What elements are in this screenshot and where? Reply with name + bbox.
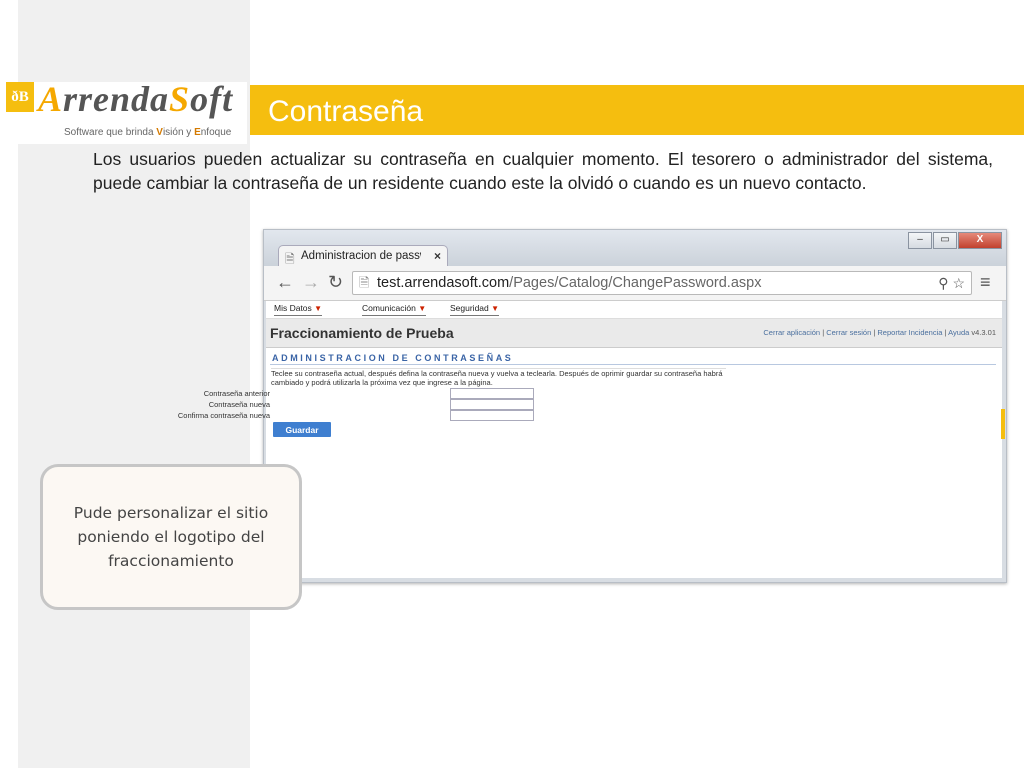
- search-star-icons: ⚲ ☆: [938, 272, 965, 294]
- new-password-input[interactable]: [450, 399, 534, 410]
- instructions-text: Teclee su contraseña actual, después def…: [271, 368, 726, 387]
- side-accent-strip: [1001, 409, 1005, 439]
- section-divider: [270, 364, 996, 365]
- forward-arrow-icon[interactable]: →: [302, 272, 320, 293]
- address-bar[interactable]: 🗎 test.arrendasoft.com/Pages/Catalog/Cha…: [352, 271, 972, 295]
- back-arrow-icon[interactable]: ←: [276, 272, 294, 293]
- tab-title: Administracion de passw: [301, 250, 421, 262]
- reload-icon[interactable]: ↻: [328, 272, 343, 293]
- link-ayuda[interactable]: Ayuda: [948, 328, 969, 337]
- header-links: Cerrar aplicación | Cerrar sesión | Repo…: [763, 328, 996, 337]
- field-label: Contraseña nueva: [208, 400, 270, 409]
- star-icon[interactable]: ☆: [952, 275, 965, 291]
- dropdown-arrow-icon: ▼: [418, 304, 427, 313]
- save-button[interactable]: Guardar: [273, 422, 331, 437]
- slide-title: Contraseña: [268, 95, 424, 128]
- menu-mis-datos[interactable]: Mis Datos ▼: [274, 303, 323, 316]
- browser-tab[interactable]: 🗎 Administracion de passw ×: [278, 245, 448, 268]
- browser-titlebar: 🗎 Administracion de passw × ‒ ▭ X: [264, 230, 1006, 268]
- site-title: Fraccionamiento de Prueba: [270, 325, 454, 341]
- menu-comunicacion[interactable]: Comunicación ▼: [362, 303, 427, 316]
- site-header: Fraccionamiento de Prueba Cerrar aplicac…: [266, 318, 1002, 348]
- dropdown-arrow-icon: ▼: [491, 304, 500, 313]
- version-label: v4.3.01: [971, 328, 996, 337]
- tab-close-icon[interactable]: ×: [434, 249, 441, 263]
- logo-badge-icon: ðB: [6, 82, 34, 112]
- logo-wordmark: ArrendaSoft: [38, 79, 234, 119]
- window-controls: ‒ ▭ X: [907, 232, 1002, 249]
- maximize-button[interactable]: ▭: [933, 232, 957, 249]
- menu-icon[interactable]: ≡: [980, 272, 991, 293]
- search-icon[interactable]: ⚲: [938, 275, 948, 291]
- link-cerrar-sesion[interactable]: Cerrar sesión: [826, 328, 871, 337]
- field-label: Contraseña anterior: [203, 389, 270, 398]
- browser-window: 🗎 Administracion de passw × ‒ ▭ X ← → ↻ …: [178, 229, 1007, 583]
- close-window-button[interactable]: X: [958, 232, 1002, 249]
- web-page: Mis Datos ▼ Comunicación ▼ Seguridad ▼ F…: [178, 301, 1002, 578]
- logo-tagline: Software que brinda Visión y Enfoque: [64, 127, 232, 138]
- page-icon: 🗎: [359, 275, 370, 290]
- intro-paragraph: Los usuarios pueden actualizar su contra…: [93, 149, 993, 193]
- minimize-button[interactable]: ‒: [908, 232, 932, 249]
- old-password-input[interactable]: [450, 388, 534, 399]
- dropdown-arrow-icon: ▼: [314, 304, 323, 313]
- callout-note: Pude personalizar el sitio poniendo el l…: [40, 464, 302, 610]
- link-cerrar-aplicacion[interactable]: Cerrar aplicación: [763, 328, 820, 337]
- browser-toolbar: ← → ↻ 🗎 test.arrendasoft.com/Pages/Catal…: [264, 266, 1006, 301]
- confirm-password-input[interactable]: [450, 410, 534, 421]
- field-label: Confirma contraseña nueva: [177, 411, 270, 420]
- url-text: test.arrendasoft.com/Pages/Catalog/Chang…: [377, 275, 762, 291]
- section-title: ADMINISTRACION DE CONTRASEÑAS: [272, 353, 514, 363]
- menu-seguridad[interactable]: Seguridad ▼: [450, 303, 500, 316]
- link-reportar-incidencia[interactable]: Reportar Incidencia: [877, 328, 942, 337]
